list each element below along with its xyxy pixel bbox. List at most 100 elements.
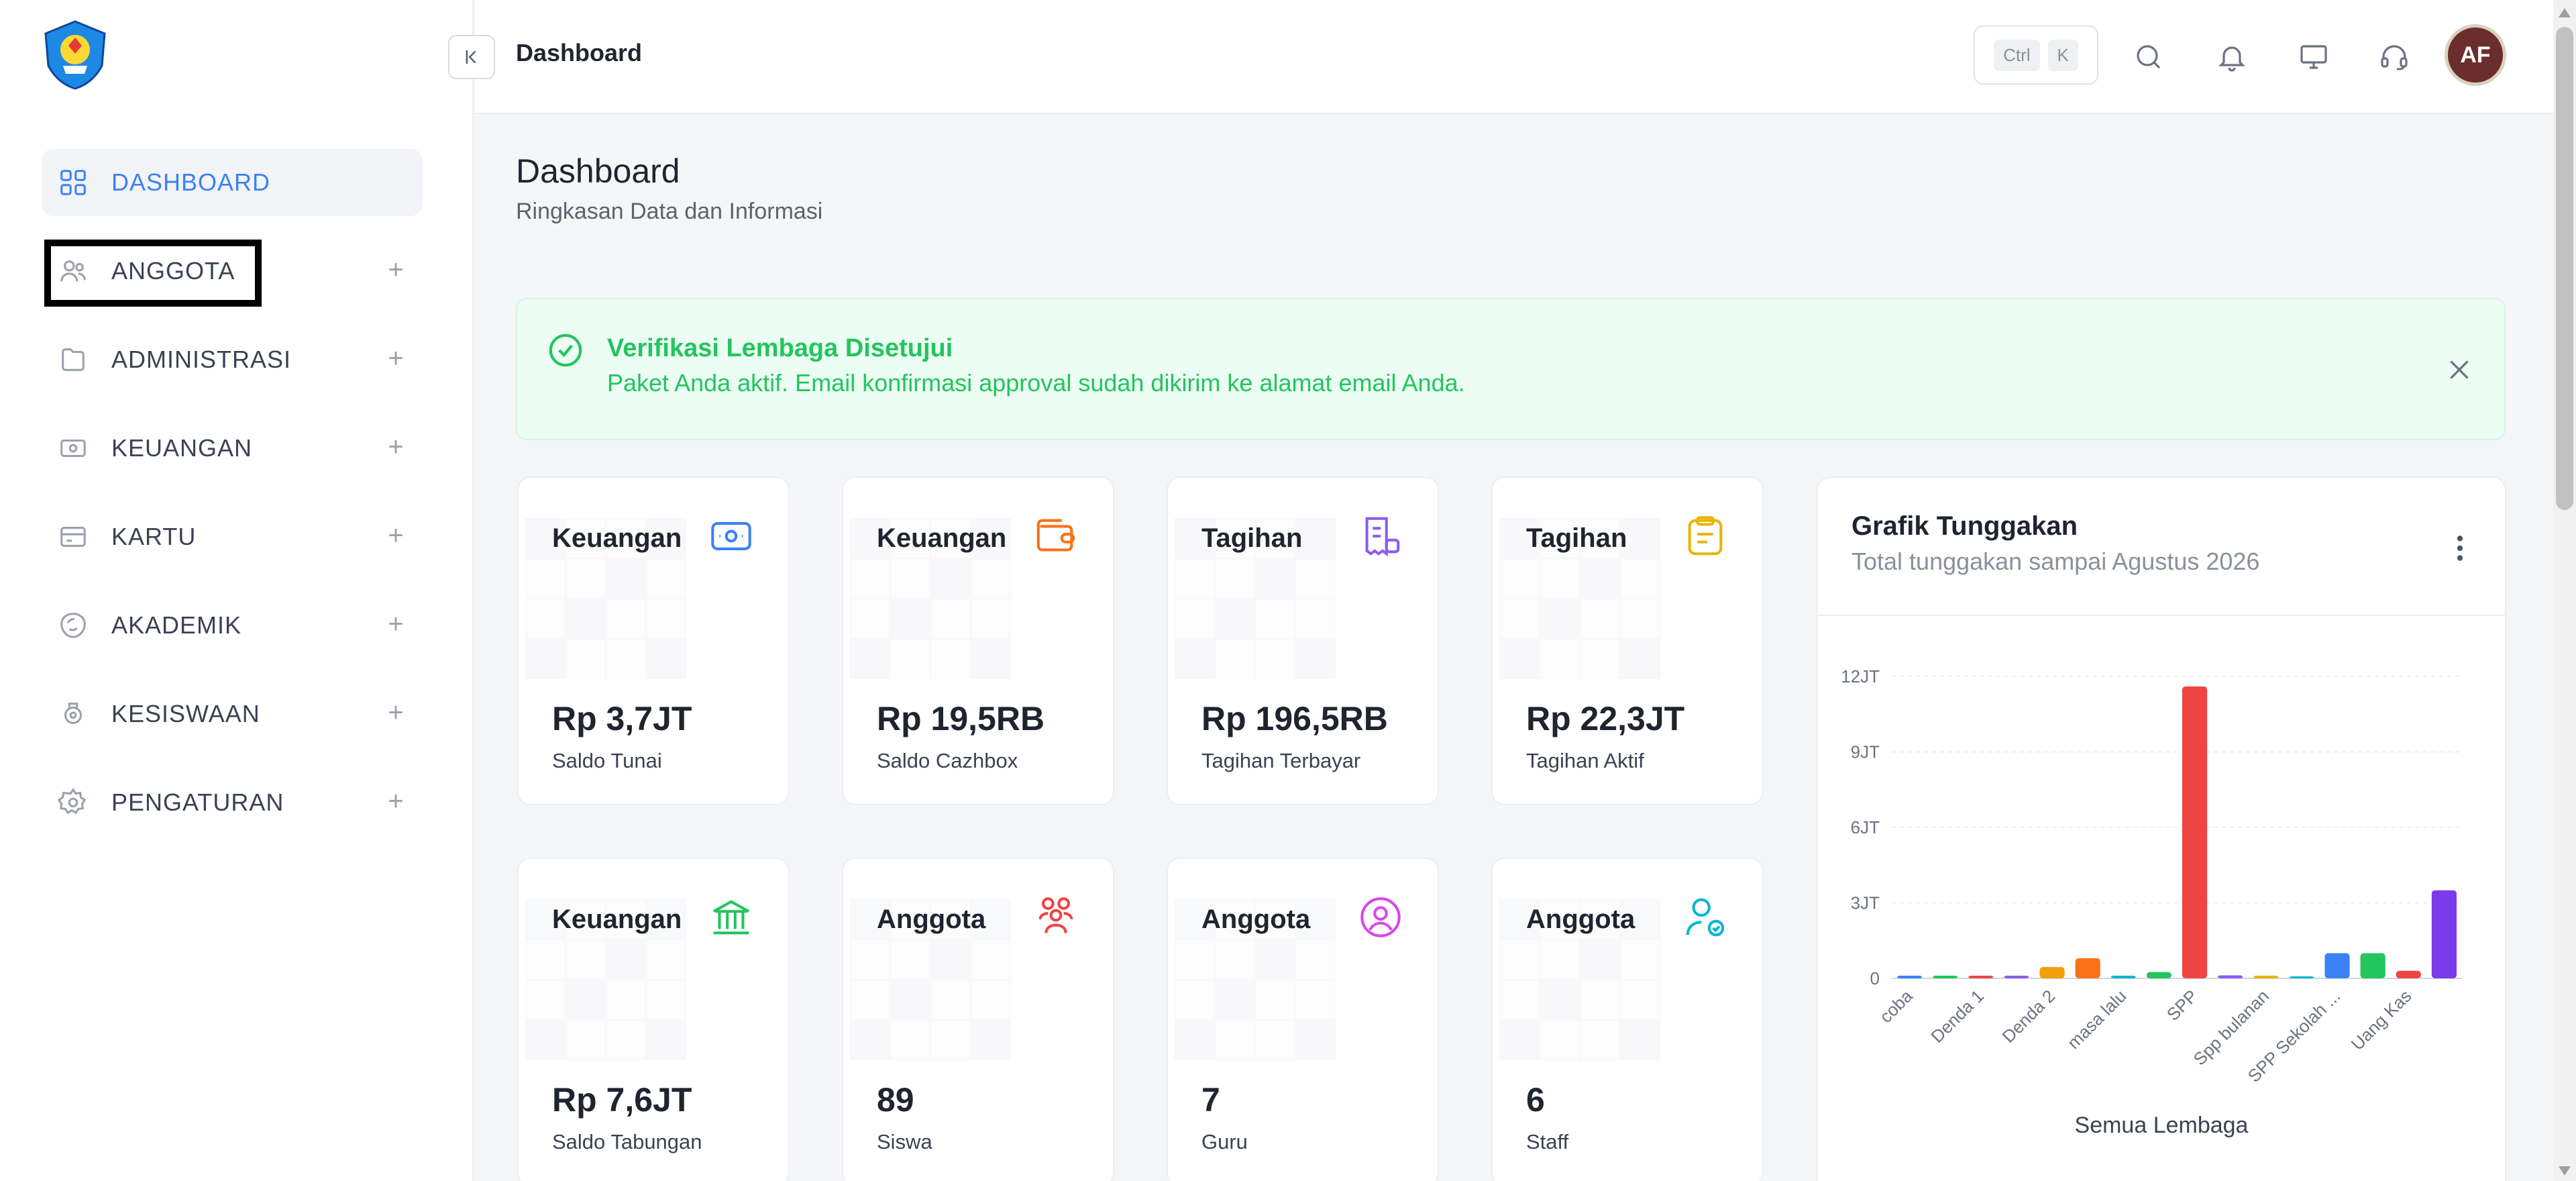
user-avatar[interactable]: AF xyxy=(2445,24,2506,86)
chart-bar[interactable] xyxy=(2253,976,2279,978)
student-icon xyxy=(56,697,90,731)
chart-bar[interactable] xyxy=(2289,976,2314,978)
card-label: Saldo Tunai xyxy=(552,749,662,772)
page-scrollbar[interactable] xyxy=(2553,0,2576,1181)
alert-message: Paket Anda aktif. Email konfirmasi appro… xyxy=(607,369,1465,397)
clipboard-icon xyxy=(1682,513,1729,560)
chart-bar[interactable] xyxy=(2324,953,2350,979)
bell-icon[interactable] xyxy=(2212,38,2251,76)
monitor-icon[interactable] xyxy=(2294,38,2333,76)
chart-bar[interactable] xyxy=(2146,972,2172,978)
headset-support-icon[interactable] xyxy=(2375,38,2414,76)
card-title: Tagihan xyxy=(1201,523,1303,553)
sidebar-item-administrasi[interactable]: ADMINISTRASI + xyxy=(42,326,423,393)
sidebar-item-keuangan[interactable]: KEUANGAN + xyxy=(42,415,423,482)
chart-subtitle: Total tunggakan sampai Agustus 2026 xyxy=(1851,548,2260,575)
stat-card: Keuangan Rp 19,5RB Saldo Cazhbox xyxy=(842,476,1114,805)
group-icon xyxy=(1032,894,1079,941)
sidebar-item-label: KARTU xyxy=(111,523,197,550)
gear-icon xyxy=(56,786,90,819)
page-title: Dashboard xyxy=(516,152,680,190)
card-value: Rp 3,7JT xyxy=(552,700,692,737)
check-circle-icon xyxy=(547,331,584,369)
card-value: 6 xyxy=(1526,1081,1545,1119)
stat-card: Anggota 7 Guru xyxy=(1167,858,1439,1181)
card-title: Anggota xyxy=(877,905,986,934)
chart-bar[interactable] xyxy=(2360,953,2385,979)
card-value: 89 xyxy=(877,1081,914,1119)
card-label: Guru xyxy=(1201,1130,1248,1153)
x-tick-label: Denda 1 xyxy=(1927,986,1988,1047)
search-icon[interactable] xyxy=(2129,38,2168,76)
x-tick-label: SPP xyxy=(2163,986,2202,1025)
card-label: Siswa xyxy=(877,1130,932,1153)
sidebar-nav: DASHBOARD ANGGOTA + ADMINISTRASI + KEUAN… xyxy=(42,149,423,858)
card-label: Tagihan Aktif xyxy=(1526,749,1644,772)
verification-alert: Verifikasi Lembaga Disetujui Paket Anda … xyxy=(516,298,2506,440)
user-circle-icon xyxy=(1357,894,1404,941)
expand-plus-icon[interactable]: + xyxy=(382,699,409,726)
sidebar-item-anggota[interactable]: ANGGOTA + xyxy=(42,238,423,305)
stat-card: Tagihan Rp 22,3JT Tagihan Aktif xyxy=(1491,476,1764,805)
chart-bar[interactable] xyxy=(1933,976,1958,978)
dashboard-grid-icon xyxy=(56,166,90,199)
card-label: Saldo Cazhbox xyxy=(877,749,1018,772)
collapse-sidebar-button[interactable] xyxy=(448,35,495,79)
scroll-up-arrow-icon[interactable] xyxy=(2559,8,2571,17)
stat-card: Anggota 6 Staff xyxy=(1491,858,1764,1181)
sidebar: DASHBOARD ANGGOTA + ADMINISTRASI + KEUAN… xyxy=(0,0,474,1181)
card-label: Staff xyxy=(1526,1130,1569,1153)
sidebar-item-pengaturan[interactable]: PENGATURAN + xyxy=(42,769,423,836)
command-search-shortcut[interactable]: Ctrl K xyxy=(1974,25,2098,85)
folder-icon xyxy=(56,343,90,376)
chart-bar[interactable] xyxy=(2004,976,2029,978)
expand-plus-icon[interactable]: + xyxy=(382,788,409,815)
sidebar-item-dashboard[interactable]: DASHBOARD xyxy=(42,149,423,216)
sidebar-item-kesiswaan[interactable]: KESISWAAN + xyxy=(42,680,423,748)
y-tick-label: 3JT xyxy=(1851,893,1880,913)
arrears-chart-card: Grafik Tunggakan Total tunggakan sampai … xyxy=(1817,476,2506,1181)
sidebar-item-kartu[interactable]: KARTU + xyxy=(42,503,423,570)
money-icon xyxy=(56,431,90,465)
x-tick-label: Uang Kas xyxy=(2347,986,2416,1054)
close-icon[interactable] xyxy=(2443,353,2476,387)
chart-bar[interactable] xyxy=(2218,975,2243,979)
scrollbar-thumb[interactable] xyxy=(2556,27,2573,510)
sidebar-item-label: ANGGOTA xyxy=(111,257,235,285)
expand-plus-icon[interactable]: + xyxy=(382,256,409,283)
chart-bar[interactable] xyxy=(2396,970,2421,978)
card-value: 7 xyxy=(1201,1081,1220,1119)
expand-plus-icon[interactable]: + xyxy=(382,611,409,637)
chart-title: Grafik Tunggakan xyxy=(1851,511,2078,541)
chart-x-axis-label: Semua Lembaga xyxy=(2074,1113,2249,1138)
receipt-icon xyxy=(1357,513,1404,560)
alert-title: Verifikasi Lembaga Disetujui xyxy=(607,334,953,362)
card-icon xyxy=(56,520,90,554)
sidebar-item-akademik[interactable]: AKADEMIK + xyxy=(42,592,423,659)
chart-bar[interactable] xyxy=(2110,976,2136,978)
expand-plus-icon[interactable]: + xyxy=(382,522,409,549)
expand-plus-icon[interactable]: + xyxy=(382,345,409,372)
y-tick-label: 0 xyxy=(1870,968,1880,988)
x-tick-label: Denda 2 xyxy=(1998,986,2059,1047)
sidebar-item-label: DASHBOARD xyxy=(111,168,271,196)
card-title: Keuangan xyxy=(552,523,682,553)
card-title: Tagihan xyxy=(1526,523,1627,553)
sidebar-item-label: ADMINISTRASI xyxy=(111,346,292,373)
chart-bar[interactable] xyxy=(1896,976,1923,978)
card-value: Rp 7,6JT xyxy=(552,1081,692,1119)
logo[interactable] xyxy=(39,19,111,91)
chart-bar[interactable] xyxy=(1968,976,1994,978)
x-tick-label: coba xyxy=(1876,986,1917,1027)
scroll-down-arrow-icon[interactable] xyxy=(2559,1166,2571,1176)
expand-plus-icon[interactable]: + xyxy=(382,433,409,460)
chart-bar[interactable] xyxy=(2075,958,2100,978)
chart-bar[interactable] xyxy=(2431,890,2457,978)
wallet-icon xyxy=(1032,513,1079,560)
collapse-icon xyxy=(466,50,476,64)
chart-bar[interactable] xyxy=(2039,967,2065,978)
more-vertical-icon[interactable] xyxy=(2450,531,2470,565)
chart-bar[interactable] xyxy=(2182,686,2208,978)
sidebar-item-label: KEUANGAN xyxy=(111,434,253,462)
page-subtitle: Ringkasan Data dan Informasi xyxy=(516,199,823,224)
